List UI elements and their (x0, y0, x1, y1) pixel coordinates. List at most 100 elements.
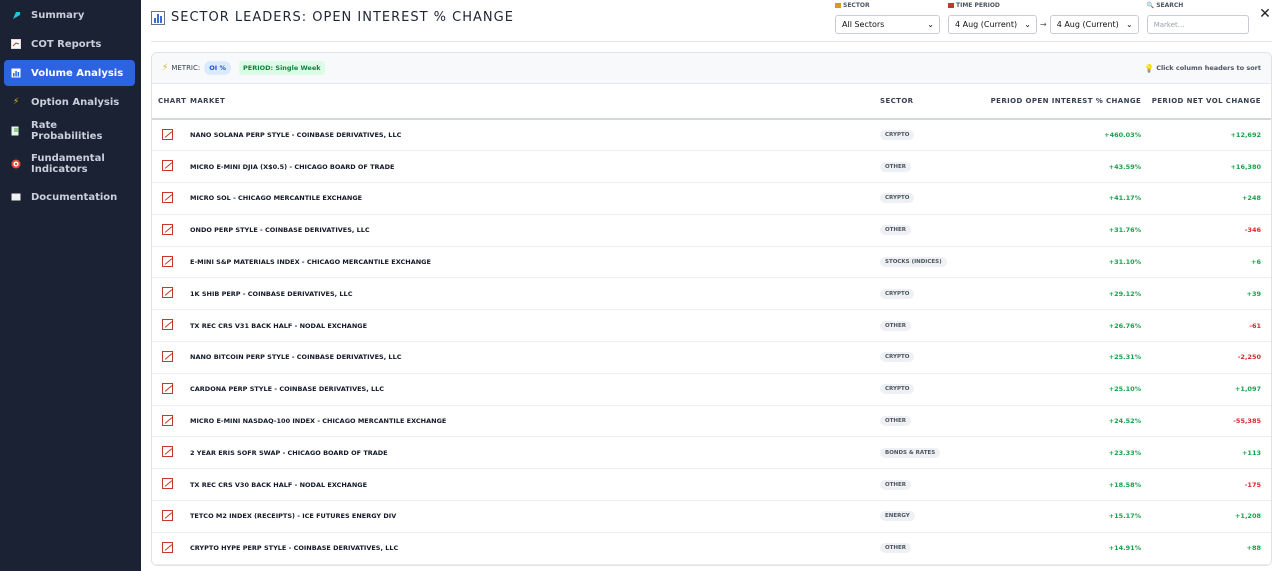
sector-cell: BONDS & RATES (880, 436, 990, 470)
chart-icon[interactable] (162, 446, 173, 458)
market-cell: TX REC CRS V31 BACK HALF - NODAL EXCHANG… (190, 309, 880, 343)
table-row[interactable]: TX REC CRS V31 BACK HALF - NODAL EXCHANG… (152, 309, 1271, 343)
chart-cell (152, 182, 190, 215)
table-row[interactable]: CARDONA PERP STYLE - COINBASE DERIVATIVE… (152, 373, 1271, 406)
sort-hint: 💡 Click column headers to sort (1144, 63, 1261, 73)
market-cell: TETCO M2 INDEX (RECEIPTS) - ICE FUTURES … (190, 500, 880, 533)
table-row[interactable]: E-MINI S&P MATERIALS INDEX - CHICAGO MER… (152, 246, 1271, 279)
sidebar-item-option-analysis[interactable]: ⚡ Option Analysis (4, 89, 135, 115)
chart-cell (152, 532, 190, 565)
table-row[interactable]: 1K SHIB PERP - COINBASE DERIVATIVES, LLC… (152, 277, 1271, 311)
oi-change-cell: +14.91% (990, 532, 1152, 565)
metric-badge[interactable]: OI % (204, 61, 231, 75)
table-row[interactable]: MICRO E-MINI NASDAQ-100 INDEX - CHICAGO … (152, 405, 1271, 438)
table-row[interactable]: MICRO SOL - CHICAGO MERCANTILE EXCHANGE C… (152, 182, 1271, 215)
header-bar: SECTOR LEADERS: OPEN INTEREST % CHANGE S… (151, 0, 1272, 42)
sector-badge: CRYPTO (880, 193, 915, 204)
period-from-value: 4 Aug (Current) (955, 20, 1018, 29)
sidebar-item-fundamental-indicators[interactable]: Fundamental Indicators (4, 147, 135, 181)
market-cell: TX REC CRS V30 BACK HALF - NODAL EXCHANG… (190, 468, 880, 502)
table-header-row: CHART MARKET SECTOR PERIOD OPEN INTEREST… (152, 84, 1271, 120)
sector-badge: OTHER (880, 161, 912, 172)
search-filter: 🔍 SEARCH Market... (1146, 1, 1249, 34)
chart-cell (152, 119, 190, 152)
table-row[interactable]: NANO BITCOIN PERP STYLE - COINBASE DERIV… (152, 341, 1271, 374)
chart-icon[interactable] (162, 478, 173, 490)
table-row[interactable]: NANO SOLANA PERP STYLE - COINBASE DERIVA… (152, 119, 1271, 152)
oi-change-cell: +15.17% (990, 500, 1152, 533)
market-cell: MICRO SOL - CHICAGO MERCANTILE EXCHANGE (190, 182, 880, 215)
sector-cell: OTHER (880, 468, 990, 502)
net-vol-change-cell: +88 (1151, 532, 1271, 565)
bar-chart-icon (10, 67, 22, 79)
chart-icon[interactable] (162, 382, 173, 394)
target-icon (10, 158, 22, 170)
sidebar-item-cot-reports[interactable]: COT Reports (4, 31, 135, 57)
search-input[interactable]: Market... (1146, 15, 1249, 34)
oi-change-cell: +18.58% (990, 468, 1152, 502)
search-icon: 🔍 (1146, 2, 1155, 9)
net-vol-change-cell: +12,692 (1151, 119, 1271, 152)
market-cell: MICRO E-MINI DJIA (X$0.5) - CHICAGO BOAR… (190, 150, 880, 184)
sector-cell: ENERGY (880, 500, 990, 533)
sector-cell: CRYPTO (880, 119, 990, 152)
oi-change-cell: +25.31% (990, 341, 1152, 374)
table-row[interactable]: MICRO E-MINI DJIA (X$0.5) - CHICAGO BOAR… (152, 150, 1271, 184)
chart-icon[interactable] (162, 255, 173, 267)
chart-icon[interactable] (162, 160, 173, 172)
table-row[interactable]: ONDO PERP STYLE - COINBASE DERIVATIVES, … (152, 214, 1271, 247)
net-vol-change-cell: +39 (1151, 277, 1271, 311)
chevron-down-icon: ⌄ (1126, 20, 1133, 29)
lightbulb-icon: 💡 (1144, 63, 1155, 73)
sector-cell: OTHER (880, 214, 990, 247)
main-content: SECTOR LEADERS: OPEN INTEREST % CHANGE S… (141, 0, 1282, 571)
chart-icon[interactable] (162, 350, 173, 362)
market-cell: CARDONA PERP STYLE - COINBASE DERIVATIVE… (190, 373, 880, 406)
sidebar-item-label: Rate Probabilities (31, 120, 103, 142)
table-row[interactable]: CRYPTO HYPE PERP STYLE - COINBASE DERIVA… (152, 532, 1271, 565)
sidebar-item-summary[interactable]: Summary (4, 2, 135, 28)
table-row[interactable]: TX REC CRS V30 BACK HALF - NODAL EXCHANG… (152, 468, 1271, 502)
chevron-down-icon: ⌄ (927, 20, 934, 29)
table-row[interactable]: 2 YEAR ERIS SOFR SWAP - CHICAGO BOARD OF… (152, 436, 1271, 470)
chart-icon[interactable] (162, 414, 173, 426)
column-header-chart[interactable]: CHART (152, 84, 190, 120)
column-header-net-vol-change[interactable]: PERIOD NET VOL CHANGE (1151, 84, 1271, 120)
sector-cell: STOCKS (INDICES) (880, 246, 990, 279)
sidebar-item-label: Documentation (31, 191, 118, 203)
calendar-icon (948, 3, 954, 8)
column-header-sector[interactable]: SECTOR (880, 84, 990, 120)
chevron-down-icon: ⌄ (1024, 20, 1031, 29)
sidebar-item-documentation[interactable]: Documentation (4, 184, 135, 210)
table-row[interactable]: TETCO M2 INDEX (RECEIPTS) - ICE FUTURES … (152, 500, 1271, 533)
chart-icon[interactable] (162, 541, 173, 553)
close-button[interactable]: ✕ (1258, 6, 1272, 22)
net-vol-change-cell: +16,380 (1151, 150, 1271, 184)
chart-icon[interactable] (162, 128, 173, 140)
sidebar-item-volume-analysis[interactable]: Volume Analysis (4, 60, 135, 86)
time-period-filter: TIME PERIOD 4 Aug (Current) ⌄ → 4 Aug (C… (948, 1, 1139, 34)
sector-badge: CRYPTO (880, 384, 915, 395)
chart-icon[interactable] (162, 223, 173, 235)
net-vol-change-cell: -61 (1151, 309, 1271, 343)
chart-cell (152, 150, 190, 184)
period-from-select[interactable]: 4 Aug (Current) ⌄ (948, 15, 1037, 34)
oi-change-cell: +26.76% (990, 309, 1152, 343)
chart-icon[interactable] (162, 509, 173, 521)
chart-icon[interactable] (162, 287, 173, 299)
column-header-market[interactable]: MARKET (190, 84, 880, 120)
column-header-oi-change[interactable]: PERIOD OPEN INTEREST % CHANGE (990, 84, 1152, 120)
chart-icon[interactable] (162, 319, 173, 331)
sector-select-value: All Sectors (842, 20, 885, 29)
net-vol-change-cell: -2,250 (1151, 341, 1271, 374)
bar-chart-icon (151, 10, 165, 25)
net-vol-change-cell: -55,385 (1151, 405, 1271, 438)
sector-select[interactable]: All Sectors ⌄ (835, 15, 940, 34)
sidebar-item-rate-probabilities[interactable]: Rate Probabilities (4, 118, 135, 144)
sector-badge: OTHER (880, 416, 912, 427)
sector-badge: CRYPTO (880, 130, 915, 141)
lightning-icon: ⚡ (12, 97, 20, 107)
sector-cell: OTHER (880, 405, 990, 438)
period-to-select[interactable]: 4 Aug (Current) ⌄ (1049, 15, 1139, 34)
chart-icon[interactable] (162, 191, 173, 203)
